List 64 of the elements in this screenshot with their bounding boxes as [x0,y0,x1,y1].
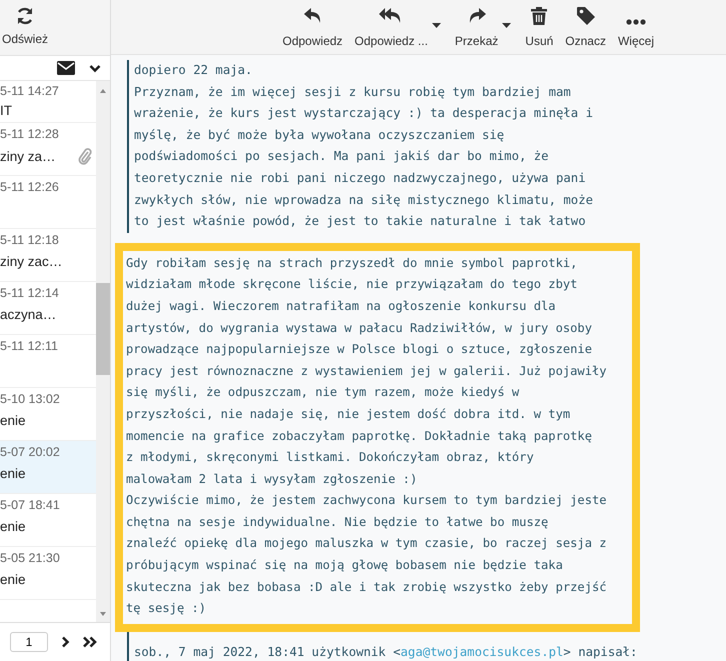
quoted-text-line: wrażenie, że kurs jest wystarczający :) ta desperacja minęła i [134,105,594,122]
quoted-text-line: dużej wagi. Wieczorem natrafiłam na ogłoszenie konkursu dla [126,298,557,315]
quoted-text-line: Oczywiście mimo, że jestem zachwycona kursem to tym bardziej jeste [126,492,608,510]
message-subject: aczyna… [0,306,56,322]
tag-icon [576,7,595,25]
quoted-text-line: znaleźć opiekę dla mojego maluszka w tym czasie, bo raczej sesja z [126,535,608,552]
quoted-text-line: to jest właśnie powód, że jest to takie naturalne i tak łatwo [134,213,587,230]
message-subject: IT [0,102,12,118]
caret-icon[interactable] [502,23,512,28]
quoted-text-line: Przyznam, że im więcej sesji z kursu robię tym bardziej mam [134,84,572,101]
message-date: 5-11 12:28 [0,127,60,141]
scrollbar[interactable] [96,81,110,622]
message-date: 5-10 13:02 [0,392,61,406]
reply-button[interactable]: Odpowiedz [278,0,347,52]
message-date: 5-11 12:18 [0,233,60,247]
message-subject: enie [0,572,26,586]
trash-icon [531,7,548,25]
message-date: 5-11 12:14 [0,286,60,300]
message-date: 5-05 21:30 [0,551,61,565]
message-date: 5-07 18:41 [0,498,61,512]
quoted-text-line: chętna na sesje indywidualne. Nie będzie to łatwe bo muszę [126,514,550,531]
quoted-text-line: przyszłości, nie nadaje się, nie jestem dość dobra itd. w tym [126,406,572,423]
reply-all-button[interactable]: Odpowiedz ... [350,0,432,52]
quoted-text-line: skuteczna jak bez bobasa :D ale i tak zrobię wszystko żeby przejść [126,578,608,596]
tag-button[interactable]: Oznacz [561,0,610,52]
quoted-text-line: artystów, do wygrania wystawa w pałacu Radziwiłłów, w jury osoby [126,320,593,337]
message-subject: ziny za… [0,148,56,164]
more-button[interactable]: Więcej [614,0,658,52]
quoted-text-line: prowadzące najpopularniejsze w Polsce blogi o sztuce, zgłoszenie [126,341,593,358]
quoted-text-line: pracy jest równoznaczne z wystawieniem jej w galerii. Już pojawiły [126,362,608,380]
message-date: 5-11 12:11 [0,339,59,353]
quoted-text-line: dopiero 22 maja. [134,62,254,79]
message-list-item[interactable]: 5-07 20:02 enie [0,441,96,494]
delete-button[interactable]: Usuń [521,0,558,52]
quoted-text-line: Gdy robiłam sesję na strach przyszedł do mnie symbol paprotki, [126,254,578,272]
quoted-text-line: z młodymi, skręconymi listkami. Dokończyłam obraz, który [126,449,535,466]
quoted-text-line: się myśli, że odpuszczam, nie tym razem, może kiedyś w [126,384,520,402]
quoted-text-line: momencie na grafice zobaczyłam paprotkę. Dokładnie taką paprotkę [126,428,593,445]
message-date: 5-11 12:26 [0,180,60,194]
quoted-text-line: malowałam 2 lata i wysyłam zgłoszenie :) [126,470,418,488]
quoted-text-line: próbującym wspinać się na moją głowę bobasem nie będzie taka [126,557,564,574]
quoted-text-line: podświadomości po sesjach. Ma pani jakiś dar bo mimo, że [134,148,550,166]
message-date: 5-07 20:02 [0,445,61,459]
message-subject: enie [0,466,26,480]
message-subject: enie [0,518,26,534]
quote-attribution: sob., 7 maj 2022, 18:41 użytkownik <aga@twojamocisukces.pl> napisał: [134,644,638,661]
page-number-field[interactable]: 1 [10,632,48,652]
quoted-text-line: zwykłych słów, nie wprowadza na siłę mistycznego klimatu, może [134,192,594,209]
forward-button[interactable]: Przekaż [450,0,502,52]
envelope-icon[interactable] [57,61,75,75]
message-date: 5-11 14:27 [0,84,60,98]
last-page-icon[interactable] [82,636,98,648]
next-page-icon[interactable] [60,636,70,648]
reply-arrow-icon [302,7,323,25]
refresh-icon [15,6,35,26]
chevron-down-icon[interactable] [89,64,101,72]
message-subject: ziny zac… [0,254,62,268]
caret-icon[interactable] [432,23,441,28]
quoted-text-line: widziałam młode skręcone liście, nie przywiązałam do tego zbyt [126,276,578,294]
quoted-text-line: tę sesję :) [126,600,208,618]
more-dots-icon [626,19,646,25]
message-subject: enie [0,412,26,428]
quoted-text-line: myślę, że być może była wywołana oczyszczaniem się [134,126,506,144]
quoted-text-line: teoretycznie nie robi pani niczego nadzwyczajnego, używa pani [134,170,587,187]
